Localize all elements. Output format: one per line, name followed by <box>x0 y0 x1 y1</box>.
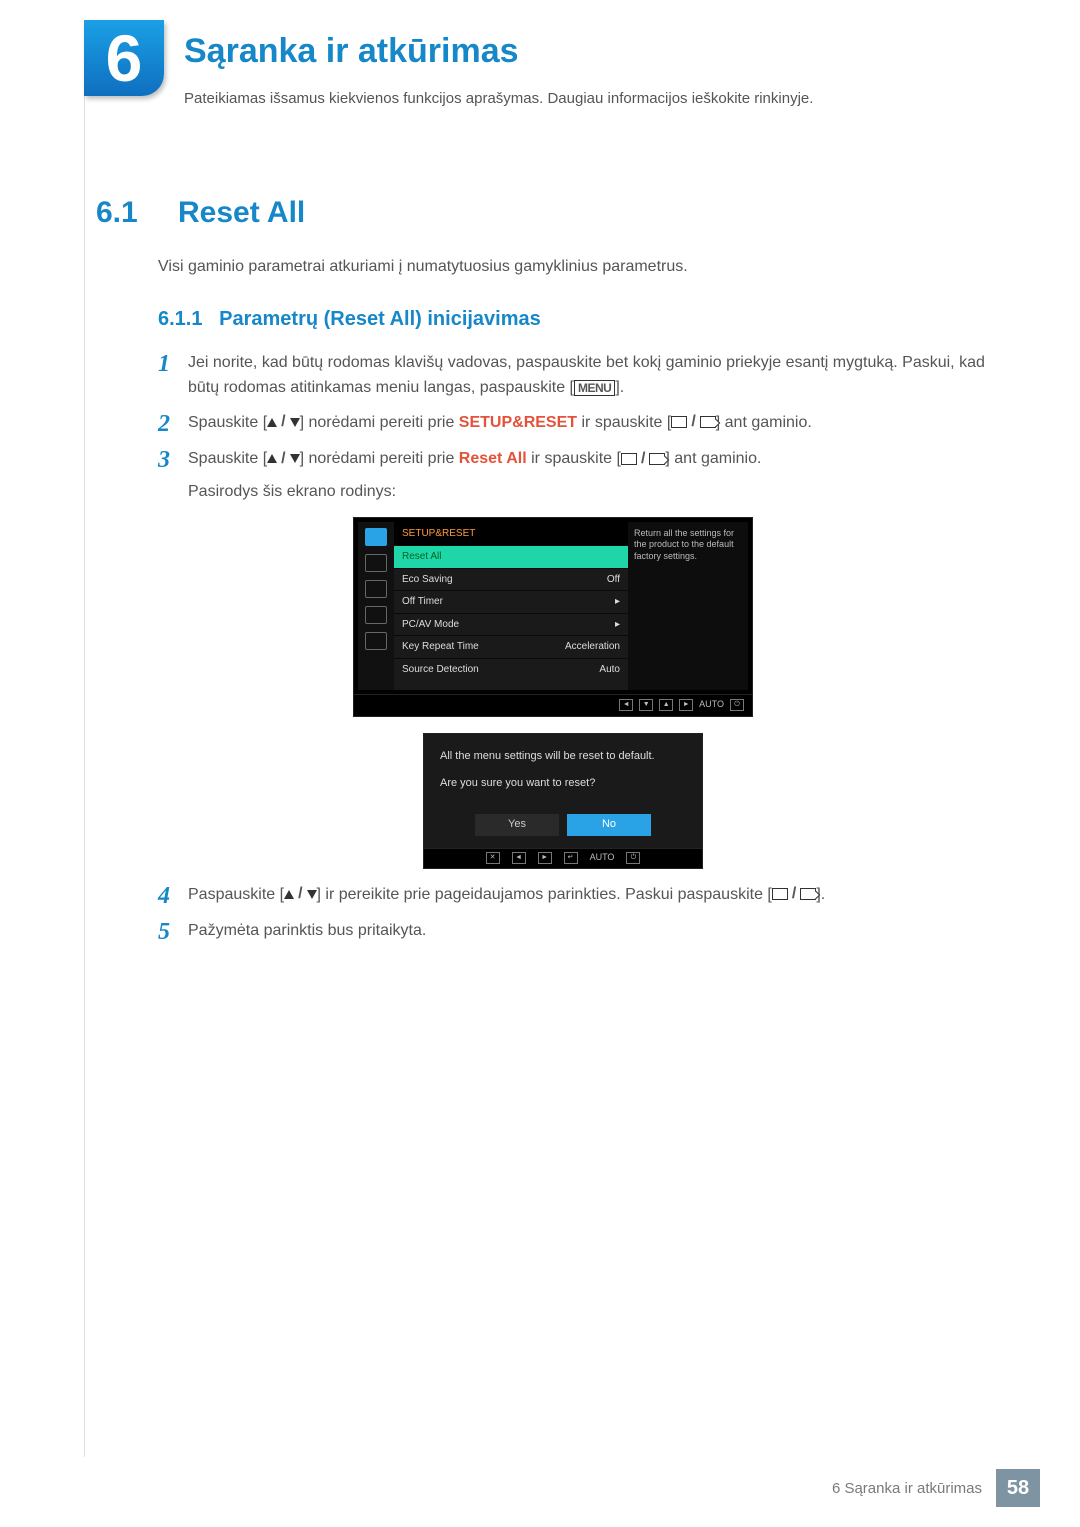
osd-nav-bar: ◄ ▼ ▲ ► AUTO ⏻ <box>353 695 753 717</box>
menu-key-icon: MENU <box>574 380 615 396</box>
up-down-icon: / <box>267 414 299 430</box>
osd-menu-row: Eco SavingOff <box>394 568 628 591</box>
osd-tab-icon <box>365 528 387 546</box>
step-text-part: ir spauskite [ <box>577 414 671 431</box>
step-text-part: Pasirodys šis ekrano rodinys: <box>188 480 990 505</box>
step-text-part: ] ant gaminio. <box>665 450 761 467</box>
osd-menu-row: PC/AV Mode▸ <box>394 613 628 636</box>
confirm-dialog-screenshot: All the menu settings will be reset to d… <box>423 733 703 869</box>
nav-left-icon: ◄ <box>512 852 526 864</box>
enter-icon: / <box>772 886 816 902</box>
step-number: 2 <box>158 411 188 437</box>
setup-reset-label: SETUP&RESET <box>459 414 577 431</box>
step-text-part: ir spauskite [ <box>527 450 621 467</box>
subsection-number: 6.1.1 <box>158 308 202 330</box>
osd-tab-icon <box>365 632 387 650</box>
confirm-yes-button: Yes <box>475 814 559 836</box>
step-text: Paspauskite [/] ir pereikite prie pageid… <box>188 883 990 908</box>
osd-help-text: Return all the settings for the product … <box>628 522 748 690</box>
subsection-heading: 6.1.1 Parametrų (Reset All) inicijavimas <box>158 308 990 331</box>
osd-tab-icon <box>365 606 387 624</box>
page-footer: 6 Sąranka ir atkūrimas 58 <box>832 1469 1040 1507</box>
section-body: Visi gaminio parametrai atkuriami į numa… <box>158 258 990 276</box>
page-number-badge: 58 <box>996 1469 1040 1507</box>
osd-menu-row-selected: Reset All <box>394 545 628 568</box>
nav-close-icon: ✕ <box>486 852 500 864</box>
step-text-part: ] ant gaminio. <box>716 414 812 431</box>
nav-right-icon: ► <box>679 699 693 711</box>
up-down-icon: / <box>267 451 299 467</box>
step-text: Spauskite [/] norėdami pereiti prie SETU… <box>188 411 990 436</box>
osd-sidebar <box>358 522 394 690</box>
step-text-part: Spauskite [ <box>188 414 267 431</box>
left-margin-rule <box>84 20 85 1457</box>
nav-power-icon: ⏻ <box>730 699 744 711</box>
step-text-part: ] ir pereikite prie pageidaujamos parink… <box>317 886 772 903</box>
osd-tab-icon <box>365 554 387 572</box>
osd-menu-list: SETUP&RESET Reset All Eco SavingOff Off … <box>394 522 628 690</box>
enter-icon: / <box>671 414 715 430</box>
osd-tab-icon <box>365 580 387 598</box>
step-4: 4 Paspauskite [/] ir pereikite prie page… <box>158 883 990 909</box>
confirm-nav-bar: ✕ ◄ ► ↵ AUTO ⏻ <box>423 849 703 869</box>
osd-menu-row: Source DetectionAuto <box>394 658 628 681</box>
nav-right-icon: ► <box>538 852 552 864</box>
step-5: 5 Pažymėta parinktis bus pritaikyta. <box>158 919 990 945</box>
up-down-icon: / <box>284 886 316 902</box>
chapter-number-badge: 6 <box>84 20 164 96</box>
subsection-title: Parametrų (Reset All) inicijavimas <box>219 308 541 330</box>
step-2: 2 Spauskite [/] norėdami pereiti prie SE… <box>158 411 990 437</box>
step-text-part: ]. <box>615 379 624 396</box>
step-number: 3 <box>158 447 188 473</box>
section-title: Reset All <box>178 196 305 230</box>
confirm-text-line: Are you sure you want to reset? <box>440 775 686 792</box>
step-1: 1 Jei norite, kad būtų rodomas klavišų v… <box>158 351 990 401</box>
step-3: 3 Spauskite [/] norėdami pereiti prie Re… <box>158 447 990 869</box>
chapter-description: Pateikiamas išsamus kiekvienos funkcijos… <box>184 90 813 107</box>
nav-enter-icon: ↵ <box>564 852 578 864</box>
reset-all-label: Reset All <box>459 450 527 467</box>
confirm-text-line: All the menu settings will be reset to d… <box>440 748 686 765</box>
section-number: 6.1 <box>96 196 138 230</box>
nav-down-icon: ▼ <box>639 699 653 711</box>
osd-menu-row: Off Timer▸ <box>394 590 628 613</box>
step-text: Spauskite [/] norėdami pereiti prie Rese… <box>188 447 990 869</box>
nav-auto-label: AUTO <box>699 698 724 712</box>
chapter-title: Sąranka ir atkūrimas <box>184 32 519 71</box>
step-text: Jei norite, kad būtų rodomas klavišų vad… <box>188 351 990 401</box>
step-number: 4 <box>158 883 188 909</box>
step-text: Pažymėta parinktis bus pritaikyta. <box>188 919 990 944</box>
nav-up-icon: ▲ <box>659 699 673 711</box>
step-text-part: Spauskite [ <box>188 450 267 467</box>
nav-power-icon: ⏻ <box>626 852 640 864</box>
nav-left-icon: ◄ <box>619 699 633 711</box>
osd-menu-row: Key Repeat TimeAcceleration <box>394 635 628 658</box>
step-number: 5 <box>158 919 188 945</box>
footer-chapter-label: 6 Sąranka ir atkūrimas <box>832 1480 982 1497</box>
osd-screenshot: SETUP&RESET Reset All Eco SavingOff Off … <box>353 517 753 717</box>
step-text-part: ] norėdami pereiti prie <box>300 414 459 431</box>
osd-menu-header: SETUP&RESET <box>394 522 628 546</box>
confirm-no-button: No <box>567 814 651 836</box>
step-text-part: Paspauskite [ <box>188 886 284 903</box>
step-text-part: ] norėdami pereiti prie <box>300 450 459 467</box>
enter-icon: / <box>621 451 665 467</box>
step-number: 1 <box>158 351 188 377</box>
nav-auto-label: AUTO <box>590 851 615 865</box>
